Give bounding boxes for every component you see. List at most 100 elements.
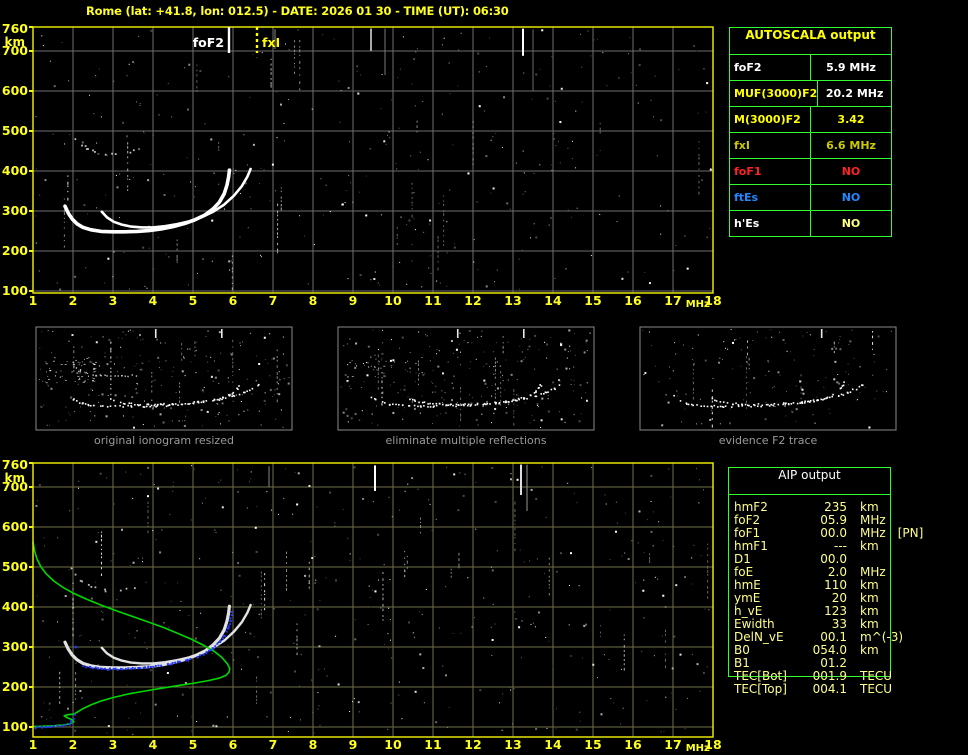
thumbnail-plot-2	[338, 327, 594, 430]
marker-label-fxI: fxI	[262, 35, 280, 50]
parameter-unit: km	[860, 644, 879, 657]
svg-text:200: 200	[2, 243, 28, 258]
parameter-unit: km	[860, 540, 879, 553]
parameter-label: TEC[Top]	[729, 683, 811, 696]
svg-text:km: km	[5, 471, 25, 485]
parameter-value: 20.2 MHz	[818, 81, 891, 106]
svg-text:MHz: MHz	[686, 299, 710, 310]
page-title: Rome (lat: +41.8, lon: 012.5) - DATE: 20…	[86, 4, 509, 18]
svg-text:MHz: MHz	[686, 743, 710, 754]
svg-text:400: 400	[2, 599, 28, 614]
autoscala-table-rows: foF25.9 MHzMUF(3000)F220.2 MHzM(3000)F23…	[730, 55, 891, 236]
svg-text:15: 15	[584, 293, 601, 308]
parameter-label: ftEs	[730, 185, 811, 210]
autoscala-row-ftes: ftEsNO	[730, 185, 891, 211]
parameter-label: MUF(3000)F2	[730, 81, 818, 106]
svg-text:7: 7	[269, 737, 278, 752]
svg-text:500: 500	[2, 559, 28, 574]
parameter-label: fxI	[730, 133, 811, 158]
svg-text:9: 9	[349, 293, 358, 308]
thumbnail-plot-3	[640, 327, 896, 430]
thumbnail-caption-original: original ionogram resized	[36, 434, 292, 447]
svg-text:100: 100	[2, 283, 28, 298]
autoscala-row-m-3000-f2: M(3000)F23.42	[730, 107, 891, 133]
autoscala-row-fof1: foF1NO	[730, 159, 891, 185]
svg-text:11: 11	[424, 737, 441, 752]
parameter-value: 004.1	[811, 683, 847, 696]
parameter-unit: TECU	[860, 683, 892, 696]
svg-text:km: km	[5, 35, 25, 49]
svg-text:760: 760	[2, 457, 28, 472]
svg-text:600: 600	[2, 519, 28, 534]
parameter-value: 3.42	[811, 107, 891, 132]
aip-output-table: AIP output hmF2235kmfoF205.9MHzfoF100.0M…	[728, 467, 891, 677]
svg-text:13: 13	[504, 737, 521, 752]
aip-row-b0: B0054.0km	[729, 644, 890, 657]
svg-text:12: 12	[464, 737, 481, 752]
svg-text:3: 3	[109, 293, 118, 308]
svg-text:400: 400	[2, 163, 28, 178]
svg-text:16: 16	[624, 737, 642, 752]
autoscala-output-table: AUTOSCALA output foF25.9 MHzMUF(3000)F22…	[729, 27, 892, 237]
parameter-flag: [PN]	[898, 527, 924, 540]
svg-text:8: 8	[309, 737, 318, 752]
svg-text:17: 17	[664, 737, 681, 752]
autoscala-table-header: AUTOSCALA output	[730, 28, 891, 55]
parameter-value: 5.9 MHz	[811, 55, 891, 80]
svg-text:2: 2	[69, 293, 78, 308]
svg-text:14: 14	[544, 737, 562, 752]
svg-text:16: 16	[624, 293, 642, 308]
aip-table-rows: hmF2235kmfoF205.9MHzfoF100.0MHz[PN]hmF1-…	[729, 495, 890, 696]
bottom-ionogram-plot: 123456789101112131415161718MHz7607006005…	[2, 457, 722, 754]
thumbnail-caption-eliminate: eliminate multiple reflections	[338, 434, 594, 447]
aip-table-header: AIP output	[729, 468, 890, 495]
svg-text:13: 13	[504, 293, 521, 308]
parameter-value: NO	[811, 185, 891, 210]
svg-text:1: 1	[29, 293, 38, 308]
autoscala-row-muf-3000-f2: MUF(3000)F220.2 MHz	[730, 81, 891, 107]
svg-text:3: 3	[109, 737, 118, 752]
autoscala-row-fxi: fxI6.6 MHz	[730, 133, 891, 159]
autoscala-row-fof2: foF25.9 MHz	[730, 55, 891, 81]
svg-text:15: 15	[584, 737, 601, 752]
aip-row-tec-top-: TEC[Top]004.1 TECU	[729, 683, 890, 696]
svg-text:600: 600	[2, 83, 28, 98]
svg-text:500: 500	[2, 123, 28, 138]
svg-text:6: 6	[229, 737, 238, 752]
svg-text:760: 760	[2, 21, 28, 36]
aip-row-hmf1: hmF1---km	[729, 540, 890, 553]
svg-text:4: 4	[149, 737, 158, 752]
svg-text:200: 200	[2, 679, 28, 694]
svg-text:10: 10	[384, 737, 402, 752]
svg-text:5: 5	[189, 737, 198, 752]
parameter-value: 6.6 MHz	[811, 133, 891, 158]
svg-text:14: 14	[544, 293, 562, 308]
parameter-label: M(3000)F2	[730, 107, 811, 132]
parameter-label: foF1	[730, 159, 811, 184]
autoscala-screen: foF2fxI123456789101112131415161718MHz760…	[0, 0, 968, 755]
marker-label-foF2: foF2	[193, 35, 224, 50]
top-ionogram-plot: foF2fxI123456789101112131415161718MHz760…	[2, 21, 722, 310]
svg-text:2: 2	[69, 737, 78, 752]
svg-text:100: 100	[2, 719, 28, 734]
parameter-label: foF2	[730, 55, 811, 80]
svg-text:9: 9	[349, 737, 358, 752]
svg-text:6: 6	[229, 293, 238, 308]
svg-text:12: 12	[464, 293, 481, 308]
svg-text:5: 5	[189, 293, 198, 308]
svg-text:8: 8	[309, 293, 318, 308]
thumbnail-plot-1	[36, 327, 292, 430]
svg-text:10: 10	[384, 293, 402, 308]
svg-text:4: 4	[149, 293, 158, 308]
svg-text:7: 7	[269, 293, 278, 308]
parameter-label: h'Es	[730, 211, 811, 236]
svg-text:11: 11	[424, 293, 441, 308]
thumbnail-caption-evidence: evidence F2 trace	[640, 434, 896, 447]
svg-text:1: 1	[29, 737, 38, 752]
parameter-value: NO	[811, 211, 891, 236]
svg-text:300: 300	[2, 639, 28, 654]
autoscala-row-h-es: h'EsNO	[730, 211, 891, 236]
parameter-value: NO	[811, 159, 891, 184]
svg-text:17: 17	[664, 293, 681, 308]
svg-text:300: 300	[2, 203, 28, 218]
